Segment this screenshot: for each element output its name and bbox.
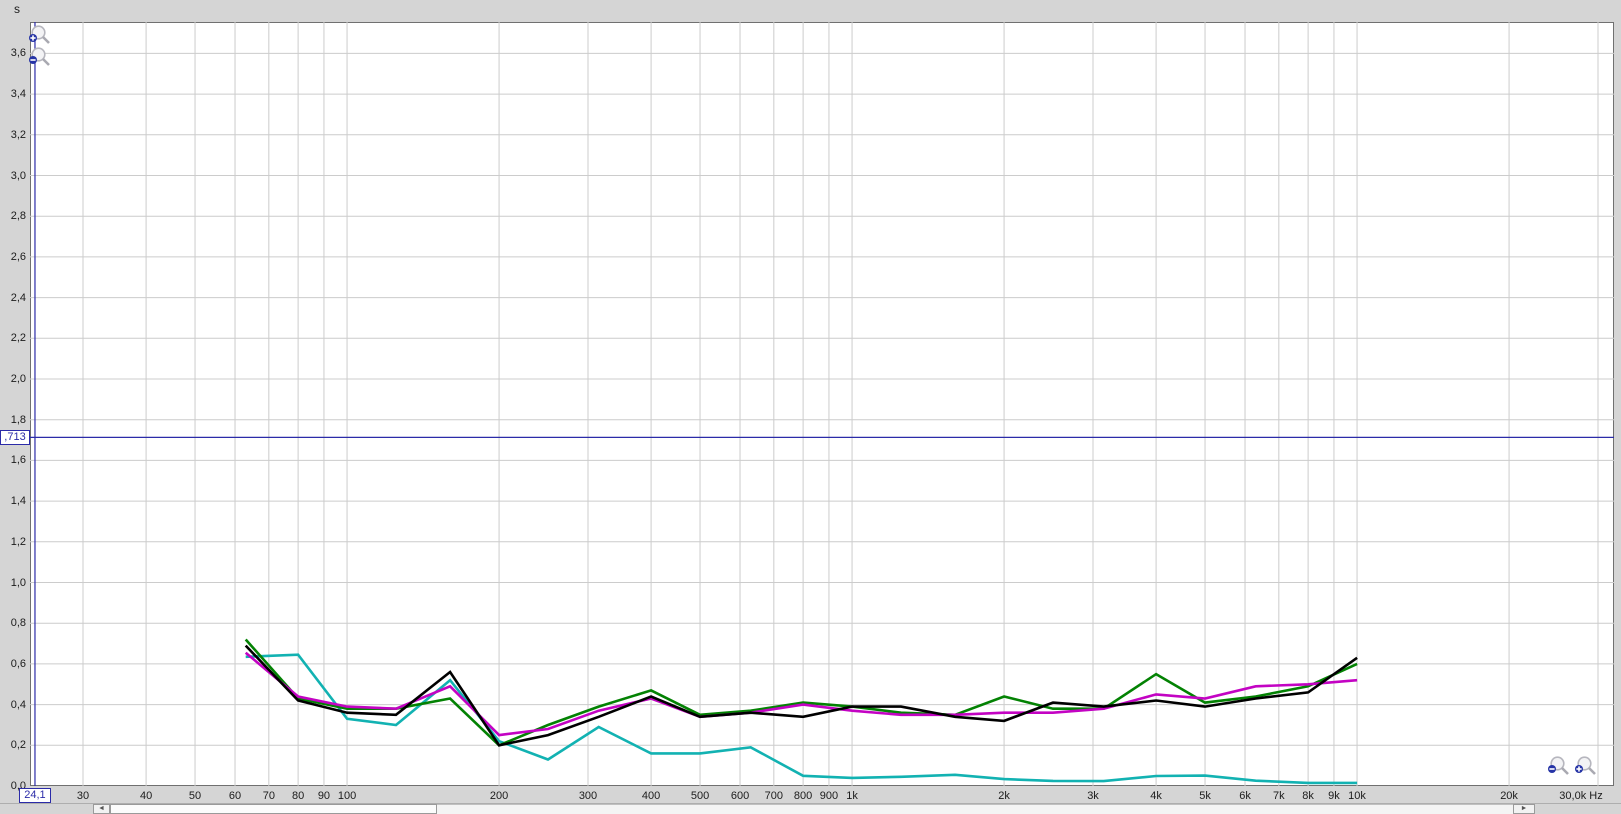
x-tick-label: 20k <box>1500 790 1518 802</box>
scroll-thumb[interactable] <box>110 804 437 814</box>
zoom-in-icon <box>1573 756 1597 781</box>
scroll-right-button[interactable]: ► <box>1513 804 1535 814</box>
cursor-x-readout[interactable]: 24,1 <box>18 788 51 803</box>
x-tick-label: 300 <box>578 790 598 802</box>
y-tick-label: 2,6 <box>10 250 26 263</box>
y-tick-label: 2,2 <box>10 332 26 345</box>
y-tick-label: 2,0 <box>10 373 26 385</box>
y-tick-label: 3,4 <box>10 88 26 101</box>
scroll-left-button[interactable]: ◄ <box>93 804 110 814</box>
cursor-y-readout[interactable]: ,713 <box>0 430 30 446</box>
chart-svg <box>30 22 1614 786</box>
zoom-out-button[interactable] <box>27 46 51 68</box>
zoom-out-icon <box>27 47 51 72</box>
x-tick-label: 2k <box>998 790 1010 802</box>
y-tick-label: 0,4 <box>10 698 26 711</box>
zoom-out-icon <box>1546 756 1570 781</box>
y-tick-label: 0,8 <box>10 617 26 630</box>
y-tick-label: 0,2 <box>10 739 26 752</box>
y-tick-label: 3,2 <box>10 128 26 141</box>
x-tick-label: 1k <box>846 790 858 802</box>
right-arrow-icon: ► <box>1520 805 1528 812</box>
y-tick-label: 1,2 <box>10 535 26 548</box>
y-tick-label: 1,4 <box>10 495 26 508</box>
y-tick-label: 3,6 <box>10 47 26 60</box>
x-tick-label: 10k <box>1348 790 1366 802</box>
series-green-line <box>244 638 1358 747</box>
y-tick-label: 1,8 <box>10 413 26 426</box>
zoom-out-button[interactable] <box>1546 755 1570 777</box>
series-cyan-line <box>245 653 1358 785</box>
scroll-track[interactable] <box>437 804 1513 814</box>
chart-window: s 0,0 0,2 0,4 0,6 0,8 1,0 1,2 1,4 1,6 1,8 2,0 2,2 2,… <box>0 0 1621 814</box>
x-tick-label: 100 <box>337 790 357 802</box>
x-tick-label: 3k <box>1087 790 1099 802</box>
h-scrollbar: ◄ ► <box>0 803 1621 814</box>
y-tick-label: 2,4 <box>10 291 26 304</box>
left-arrow-icon: ◄ <box>98 805 105 812</box>
zoom-in-button[interactable] <box>27 24 51 46</box>
y-tick-label: 1,0 <box>10 576 26 589</box>
zoom-in-button[interactable] <box>1573 755 1597 777</box>
y-tick-label: 2,8 <box>10 210 26 223</box>
y-tick-label: 3,0 <box>10 169 26 182</box>
x-tick-label: 200 <box>489 790 509 802</box>
y-tick-label: 0,6 <box>10 657 26 670</box>
x-tick-label: 30 <box>76 790 90 802</box>
y-tick-label: 1,6 <box>10 454 26 467</box>
x-tick-label: 30,0k Hz <box>1559 790 1603 802</box>
